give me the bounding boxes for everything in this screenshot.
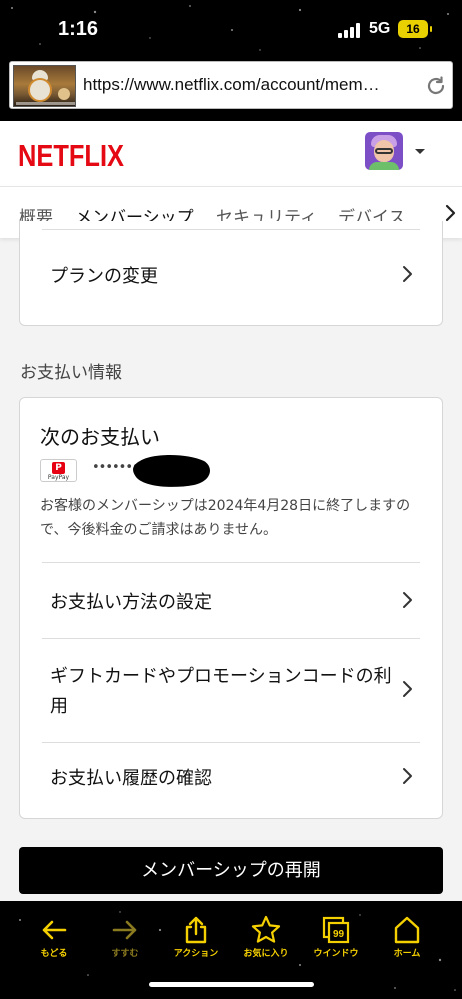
home-indicator[interactable] <box>149 982 314 987</box>
tabs-scroll-right-icon[interactable] <box>444 203 458 223</box>
status-bar: 1:16 5G 16 <box>0 0 462 58</box>
membership-card: プランの変更 <box>19 221 443 326</box>
star-icon <box>251 915 281 943</box>
battery-icon: 16 <box>398 20 432 38</box>
next-payment-title: 次のお支払い <box>40 425 160 449</box>
chevron-right-icon <box>403 681 412 697</box>
paypay-logo: P PayPay <box>40 459 77 482</box>
redaction-scribble <box>133 455 210 487</box>
forward-button[interactable]: すすむ <box>95 915 155 959</box>
site-header: NETFLIX <box>0 121 462 186</box>
chevron-right-icon <box>403 266 412 282</box>
back-arrow-icon <box>42 920 67 940</box>
svg-text:NETFLIX: NETFLIX <box>18 138 124 172</box>
reload-icon[interactable] <box>424 74 448 98</box>
favorites-button[interactable]: お気に入り <box>236 915 296 959</box>
home-button[interactable]: ホーム <box>377 915 437 959</box>
tab-thumbnail[interactable] <box>13 65 76 107</box>
billing-history-label: お支払い履歴の確認 <box>50 768 212 789</box>
gift-card-label: ギフトカードやプロモーションコードの利用 <box>50 666 392 717</box>
back-button[interactable]: もどる <box>24 915 84 959</box>
payment-method-link[interactable]: お支払い方法の設定 <box>20 563 442 638</box>
resume-membership-button[interactable]: メンバーシップの再開 <box>19 847 443 894</box>
change-plan-label: プランの変更 <box>50 266 158 287</box>
share-icon <box>185 916 207 944</box>
address-bar[interactable]: https://www.netflix.com/account/mem… <box>9 61 453 109</box>
payment-card: 次のお支払い P PayPay •••••••• お客様のメンバーシップは202… <box>19 397 443 819</box>
payment-section-title: お支払い情報 <box>20 363 122 383</box>
profile-avatar[interactable] <box>365 132 403 170</box>
url-text[interactable]: https://www.netflix.com/account/mem… <box>83 75 413 95</box>
caret-down-icon[interactable] <box>415 149 425 154</box>
membership-end-note: お客様のメンバーシップは2024年4月28日に終了しますので、今後料金のご請求は… <box>40 498 411 538</box>
gift-card-link[interactable]: ギフトカードやプロモーションコードの利用 <box>20 639 442 741</box>
windows-icon: 99 <box>322 916 350 944</box>
signal-icon <box>338 23 362 38</box>
home-icon <box>394 916 420 944</box>
payment-method-label: お支払い方法の設定 <box>50 592 212 613</box>
billing-history-link[interactable]: お支払い履歴の確認 <box>20 743 442 818</box>
forward-arrow-icon <box>112 920 137 940</box>
netflix-account-page: NETFLIX 概要 メンバーシップ セキュリティ デバイス プランの変更 お支… <box>0 121 462 901</box>
action-button[interactable]: アクション <box>166 915 226 959</box>
divider <box>42 229 420 230</box>
status-time: 1:16 <box>58 18 99 40</box>
chevron-right-icon <box>403 768 412 784</box>
network-label: 5G <box>369 20 391 37</box>
svg-text:99: 99 <box>333 929 345 940</box>
change-plan-link[interactable]: プランの変更 <box>20 249 442 299</box>
windows-button[interactable]: 99 ウインドウ <box>306 915 366 959</box>
netflix-logo[interactable]: NETFLIX <box>18 136 126 172</box>
chevron-right-icon <box>403 592 412 608</box>
